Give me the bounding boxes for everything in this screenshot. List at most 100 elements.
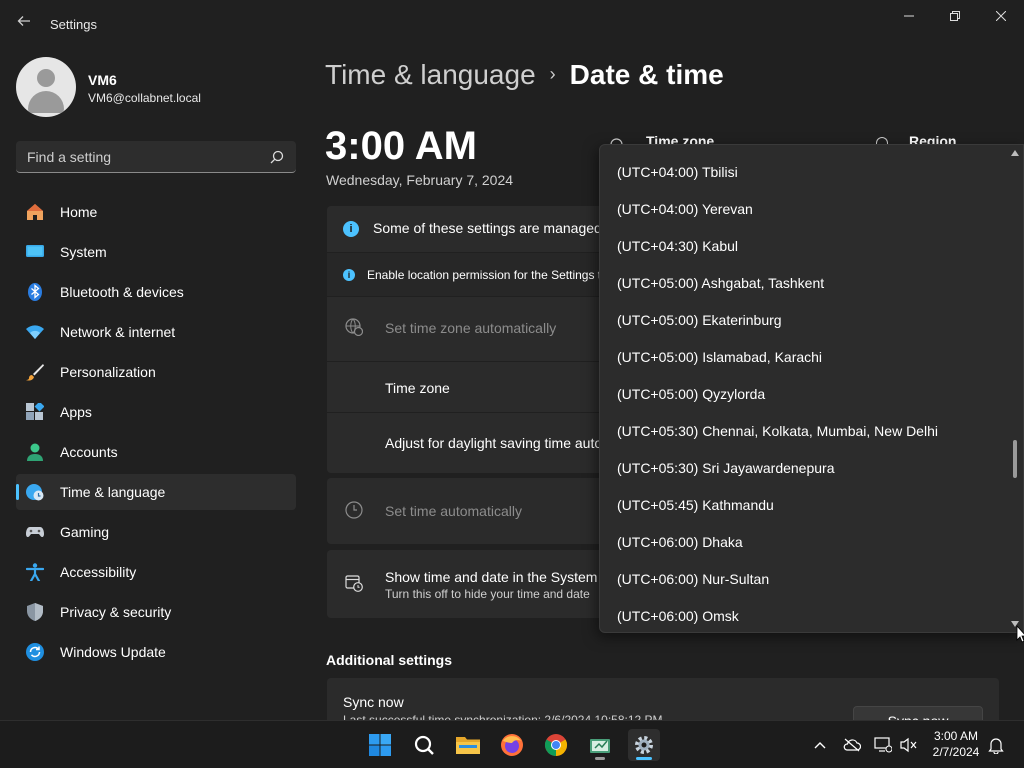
dropdown-option[interactable]: (UTC+06:00) Nur-Sultan xyxy=(617,571,769,587)
taskbar-search-button[interactable] xyxy=(408,729,440,761)
volume-muted-icon[interactable] xyxy=(899,735,919,755)
sidebar-item-label: Privacy & security xyxy=(60,604,172,620)
sidebar-item-label: Bluetooth & devices xyxy=(60,284,184,300)
cloud-offline-icon[interactable] xyxy=(842,735,862,755)
sidebar-item-label: Accounts xyxy=(60,444,118,460)
timezone-dropdown[interactable]: (UTC+04:00) Tbilisi (UTC+04:00) Yerevan … xyxy=(599,144,1024,633)
search-icon[interactable] xyxy=(270,150,284,164)
sidebar-item-accounts[interactable]: Accounts xyxy=(16,434,296,470)
sidebar-item-time-language[interactable]: Time & language xyxy=(16,474,296,510)
gamepad-icon xyxy=(26,527,44,538)
dropdown-option[interactable]: (UTC+05:30) Sri Jayawardenepura xyxy=(617,460,835,476)
dropdown-option[interactable]: (UTC+05:00) Ekaterinburg xyxy=(617,312,782,328)
info-icon: i xyxy=(343,269,355,281)
taskbar-date: 2/7/2024 xyxy=(932,745,980,759)
dropdown-option[interactable]: (UTC+05:30) Chennai, Kolkata, Mumbai, Ne… xyxy=(617,423,938,439)
sidebar-item-label: Gaming xyxy=(60,524,110,540)
taskbar-file-explorer[interactable] xyxy=(452,729,484,761)
dropdown-option[interactable]: (UTC+04:00) Tbilisi xyxy=(617,164,738,180)
set-timezone-auto-label: Set time zone automatically xyxy=(385,320,557,336)
sidebar-item-personalization[interactable]: Personalization xyxy=(16,354,296,390)
taskbar-settings[interactable] xyxy=(628,729,660,761)
app-icon xyxy=(590,739,610,753)
wifi-icon xyxy=(26,325,44,339)
running-indicator xyxy=(595,757,605,760)
sidebar-item-gaming[interactable]: Gaming xyxy=(16,514,296,550)
globe-sync-icon xyxy=(345,318,363,336)
taskbar-chrome[interactable] xyxy=(540,729,572,761)
minimize-icon[interactable] xyxy=(886,0,932,32)
globe-clock-icon xyxy=(26,484,44,501)
sidebar-item-label: Accessibility xyxy=(60,564,137,580)
dropdown-option[interactable]: (UTC+05:00) Ashgabat, Tashkent xyxy=(617,275,824,291)
sidebar-item-label: Windows Update xyxy=(60,644,166,660)
current-time: 3:00 AM xyxy=(325,124,477,168)
sidebar-item-network[interactable]: Network & internet xyxy=(16,314,296,350)
mouse-cursor-icon xyxy=(1016,625,1024,643)
sidebar-item-system[interactable]: System xyxy=(16,234,296,270)
sidebar-item-windows-update[interactable]: Windows Update xyxy=(16,634,296,670)
dropdown-option[interactable]: (UTC+04:30) Kabul xyxy=(617,238,738,254)
dropdown-option[interactable]: (UTC+06:00) Dhaka xyxy=(617,534,743,550)
search-input[interactable] xyxy=(16,141,266,172)
page-title: Date & time xyxy=(569,59,724,90)
taskbar-time: 3:00 AM xyxy=(933,729,979,743)
info-icon: i xyxy=(343,221,359,237)
file-explorer-icon xyxy=(456,737,480,754)
sidebar-item-label: Apps xyxy=(60,404,92,420)
dropdown-option[interactable]: (UTC+05:45) Kathmandu xyxy=(617,497,774,513)
managed-notice-text: Some of these settings are managed xyxy=(373,220,602,236)
breadcrumb-parent[interactable]: Time & language xyxy=(325,59,536,90)
sidebar-item-label: Time & language xyxy=(60,484,166,500)
home-icon xyxy=(27,204,43,220)
chevron-up-icon[interactable] xyxy=(810,735,830,755)
close-icon[interactable] xyxy=(978,0,1024,32)
title-bar: Settings xyxy=(0,0,1024,48)
profile-name: VM6 xyxy=(88,72,117,88)
running-indicator xyxy=(636,757,652,760)
dropdown-option[interactable]: (UTC+05:00) Qyzylorda xyxy=(617,386,765,402)
shield-icon xyxy=(27,603,43,621)
avatar[interactable] xyxy=(16,57,76,117)
restore-icon[interactable] xyxy=(932,0,978,32)
dropdown-option[interactable]: (UTC+04:00) Yerevan xyxy=(617,201,753,217)
set-time-auto-label: Set time automatically xyxy=(385,503,522,519)
dropdown-option[interactable]: (UTC+06:00) Omsk xyxy=(617,608,739,624)
taskbar: 3:00 AM 2/7/2024 xyxy=(0,720,1024,768)
accessibility-icon xyxy=(26,563,44,581)
brush-icon xyxy=(26,364,44,381)
window-title: Settings xyxy=(50,17,97,32)
sidebar-item-label: Personalization xyxy=(60,364,156,380)
breadcrumb: Time & language › Date & time xyxy=(325,59,724,91)
chevron-right-icon: › xyxy=(549,64,556,84)
sidebar-item-bluetooth[interactable]: Bluetooth & devices xyxy=(16,274,296,310)
apps-icon xyxy=(26,403,44,420)
update-icon xyxy=(26,643,44,661)
additional-settings-heading: Additional settings xyxy=(326,652,452,668)
sidebar-item-home[interactable]: Home xyxy=(16,194,296,230)
search-icon xyxy=(414,735,434,755)
dropdown-option[interactable]: (UTC+05:00) Islamabad, Karachi xyxy=(617,349,822,365)
network-icon[interactable] xyxy=(873,735,893,755)
timezone-label: Time zone xyxy=(385,380,450,396)
sidebar-item-accessibility[interactable]: Accessibility xyxy=(16,554,296,590)
taskbar-app[interactable] xyxy=(584,729,616,761)
profile-email: VM6@collabnet.local xyxy=(88,91,201,105)
sidebar-item-label: Home xyxy=(60,204,98,220)
scrollbar-thumb[interactable] xyxy=(1013,440,1017,478)
taskbar-clock[interactable]: 3:00 AM 2/7/2024 xyxy=(930,729,982,759)
chrome-icon xyxy=(545,734,567,756)
bluetooth-icon xyxy=(28,283,42,301)
scroll-up-arrow-icon[interactable] xyxy=(1011,150,1019,156)
search-box xyxy=(16,141,296,173)
sidebar-item-apps[interactable]: Apps xyxy=(16,394,296,430)
notification-bell-icon[interactable] xyxy=(986,735,1006,755)
back-arrow-icon[interactable] xyxy=(14,14,34,34)
location-notice-text: Enable location permission for the Setti… xyxy=(367,268,608,282)
sidebar-nav: Home System Bluetooth & devices Network … xyxy=(16,194,296,674)
sidebar-item-privacy[interactable]: Privacy & security xyxy=(16,594,296,630)
start-button[interactable] xyxy=(364,729,396,761)
dst-label: Adjust for daylight saving time auto xyxy=(385,435,603,451)
current-date: Wednesday, February 7, 2024 xyxy=(326,172,514,188)
taskbar-firefox[interactable] xyxy=(496,729,528,761)
